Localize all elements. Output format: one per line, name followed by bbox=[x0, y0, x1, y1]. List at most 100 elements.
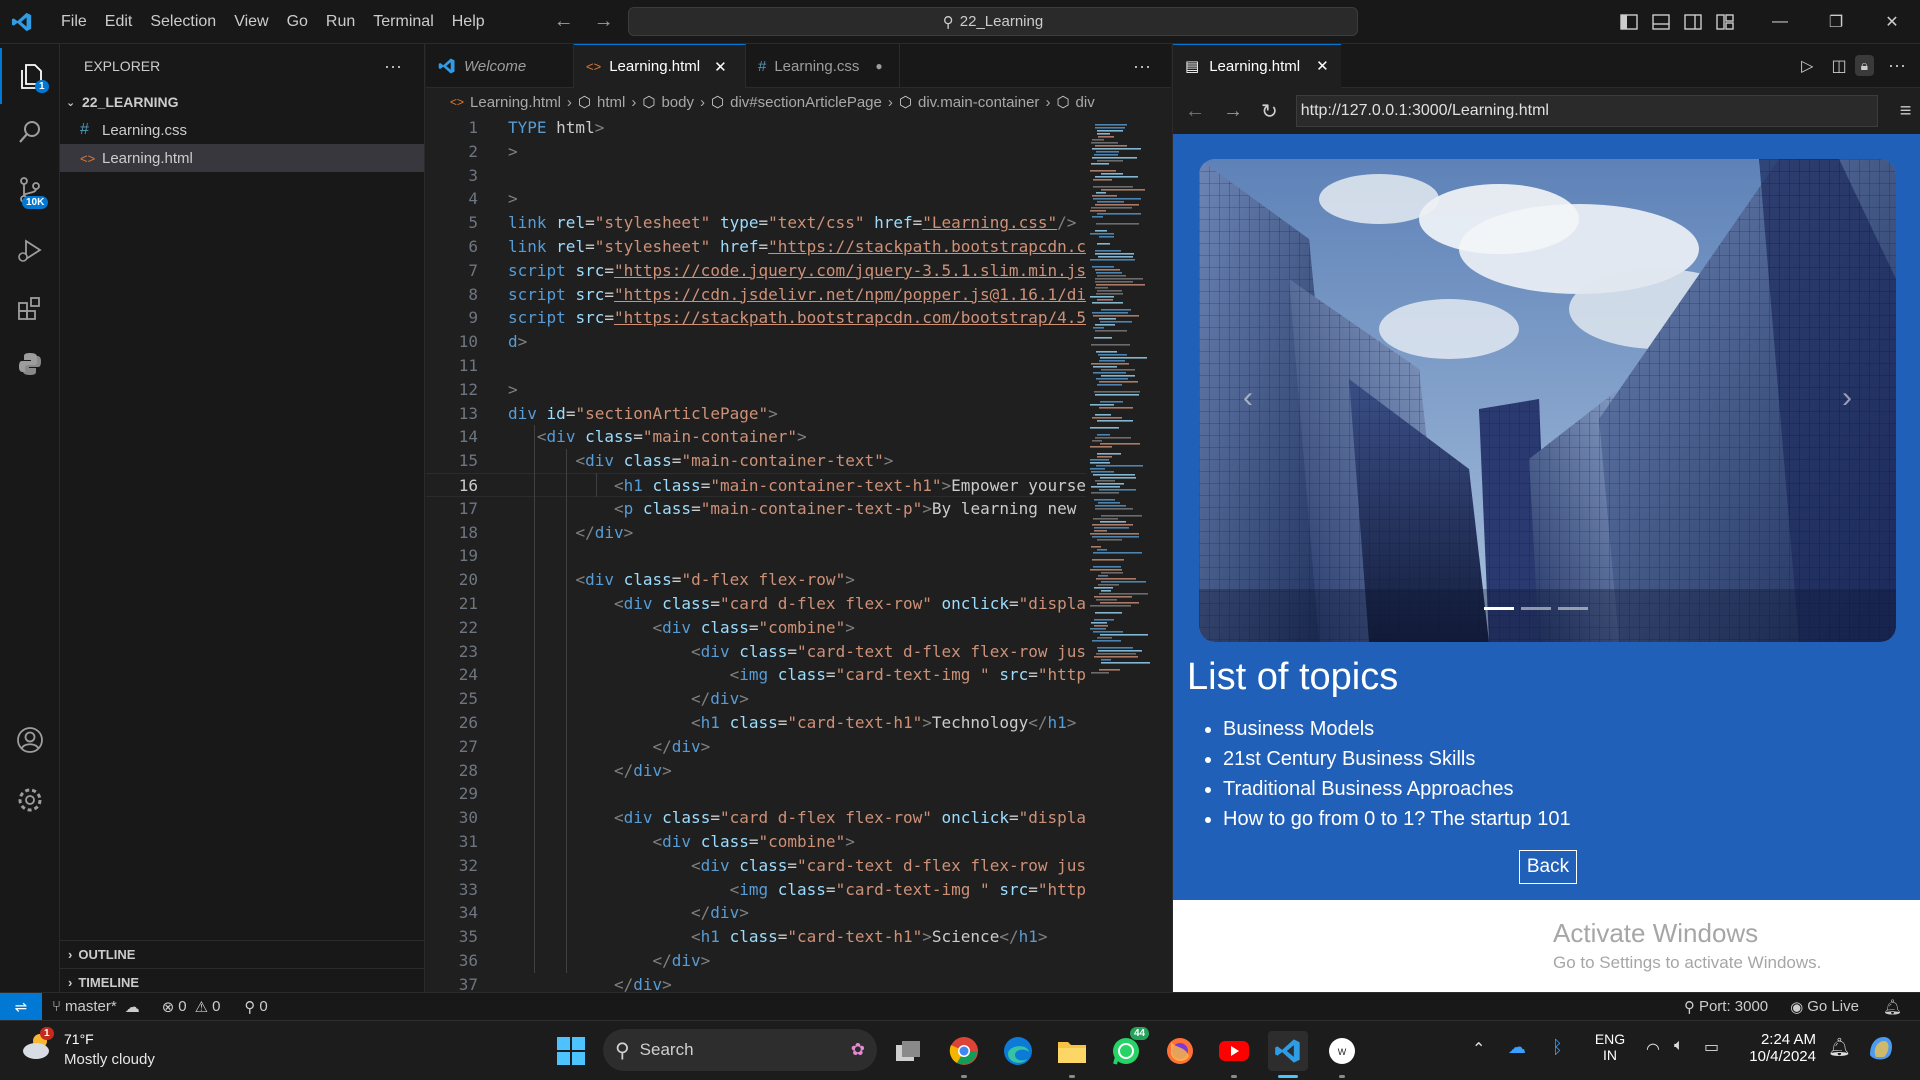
code-line[interactable]: 16 <h1 class="main-container-text-h1">Em… bbox=[426, 473, 1086, 497]
firefox-taskbar[interactable] bbox=[1160, 1031, 1200, 1071]
minimap[interactable] bbox=[1086, 116, 1171, 676]
carousel-indicator[interactable] bbox=[1521, 607, 1551, 610]
menu-help[interactable]: Help bbox=[443, 0, 494, 44]
code-line[interactable]: 8 script src="https://cdn.jsdelivr.net/np… bbox=[426, 283, 1086, 307]
tab-preview[interactable]: ▤ Learning.html ✕ bbox=[1173, 43, 1341, 88]
manage-activity[interactable] bbox=[0, 772, 60, 828]
bell-icon[interactable]: 🔔︎ bbox=[1883, 998, 1902, 1016]
carousel-next-icon[interactable]: › bbox=[1842, 381, 1852, 415]
back-button[interactable]: Back bbox=[1519, 850, 1577, 884]
code-line[interactable]: 19 bbox=[426, 544, 1086, 568]
code-editor[interactable]: 1 TYPE html> 2 >3 4 >5 link rel="stylesheet" t… bbox=[426, 116, 1086, 992]
code-line[interactable]: 28 </div> bbox=[426, 759, 1086, 783]
start-button[interactable] bbox=[551, 1031, 591, 1071]
code-line[interactable]: 11 bbox=[426, 354, 1086, 378]
code-line[interactable]: 26 <h1 class="card-text-h1">Technology</… bbox=[426, 711, 1086, 735]
toggle-panel-icon[interactable] bbox=[1652, 14, 1670, 30]
code-line[interactable]: 17 <p class="main-container-text-p">By l… bbox=[426, 497, 1086, 521]
code-line[interactable]: 20 <div class="d-flex flex-row"> bbox=[426, 568, 1086, 592]
lock-icon[interactable]: 🔒︎ bbox=[1854, 55, 1875, 76]
code-line[interactable]: 18 </div> bbox=[426, 521, 1086, 545]
clock[interactable]: 2:24 AM 10/4/2024 bbox=[1742, 1031, 1816, 1065]
extensions-activity[interactable] bbox=[0, 280, 60, 336]
code-line[interactable]: 36 </div> bbox=[426, 949, 1086, 973]
code-line[interactable]: 9 script src="https://stackpath.bootstrap… bbox=[426, 306, 1086, 330]
carousel-prev-icon[interactable]: ‹ bbox=[1243, 381, 1253, 415]
code-line[interactable]: 35 <h1 class="card-text-h1">Science</h1> bbox=[426, 925, 1086, 949]
customize-layout-icon[interactable] bbox=[1716, 14, 1734, 30]
weather-widget[interactable]: 1 bbox=[20, 1027, 56, 1068]
folder-row[interactable]: ⌄ 22_LEARNING bbox=[60, 88, 424, 116]
code-line[interactable]: 23 <div class="card-text d-flex flex-row… bbox=[426, 640, 1086, 664]
breadcrumb-item[interactable]: div bbox=[1076, 94, 1095, 111]
chrome-taskbar[interactable] bbox=[944, 1031, 984, 1078]
code-line[interactable]: 37 </div> bbox=[426, 973, 1086, 992]
code-line[interactable]: 4 > bbox=[426, 187, 1086, 211]
code-line[interactable]: 1 TYPE html> bbox=[426, 116, 1086, 140]
menu-selection[interactable]: Selection bbox=[141, 0, 225, 44]
file-item-html[interactable]: <> Learning.html bbox=[60, 144, 424, 172]
chevron-up-icon[interactable]: ⌃ bbox=[1472, 1039, 1485, 1059]
code-line[interactable]: 33 <img class="card-text-img " src="http bbox=[426, 878, 1086, 902]
taskbar-search[interactable]: ⚲ Search ✿ bbox=[603, 1029, 877, 1071]
menu-run[interactable]: Run bbox=[317, 0, 364, 44]
code-line[interactable]: 7 script src="https://code.jquery.com/jqu… bbox=[426, 259, 1086, 283]
code-line[interactable]: 21 <div class="card d-flex flex-row" onc… bbox=[426, 592, 1086, 616]
breadcrumb-item[interactable]: Learning.html bbox=[470, 94, 561, 111]
code-line[interactable]: 25 </div> bbox=[426, 687, 1086, 711]
tab-learning-css[interactable]: # Learning.css ● bbox=[746, 44, 900, 88]
notifications-icon[interactable]: 🔔︎ bbox=[1828, 1037, 1851, 1058]
sync-icon[interactable]: ☁︎ bbox=[125, 998, 140, 1016]
search-activity[interactable] bbox=[0, 104, 60, 160]
menu-go[interactable]: Go bbox=[278, 0, 317, 44]
toggle-secondary-sidebar-icon[interactable] bbox=[1684, 14, 1702, 30]
breadcrumb-item[interactable]: body bbox=[661, 94, 694, 111]
task-view-button[interactable] bbox=[888, 1031, 928, 1071]
code-line[interactable]: 13 div id="sectionArticlePage"> bbox=[426, 402, 1086, 426]
restore-window-icon[interactable]: ❐ bbox=[1808, 12, 1864, 32]
python-activity[interactable] bbox=[0, 336, 60, 392]
language-indicator[interactable]: ENG IN bbox=[1594, 1031, 1626, 1063]
menu-terminal[interactable]: Terminal bbox=[364, 0, 442, 44]
menu-view[interactable]: View bbox=[225, 0, 277, 44]
more-actions-icon[interactable]: ··· bbox=[1133, 44, 1171, 87]
image-carousel[interactable]: ‹ › bbox=[1199, 159, 1896, 642]
code-line[interactable]: 27 </div> bbox=[426, 735, 1086, 759]
edge-taskbar[interactable] bbox=[998, 1031, 1038, 1071]
carousel-indicator[interactable] bbox=[1558, 607, 1588, 610]
code-line[interactable]: 2 > bbox=[426, 140, 1086, 164]
forward-arrow-icon[interactable]: → bbox=[1223, 100, 1243, 123]
battery-icon[interactable]: ▭ bbox=[1704, 1037, 1719, 1057]
code-line[interactable]: 3 bbox=[426, 164, 1086, 188]
bluetooth-icon[interactable]: ᛒ bbox=[1552, 1037, 1563, 1058]
more-actions-icon[interactable]: ··· bbox=[1874, 55, 1920, 76]
copilot-icon[interactable] bbox=[1866, 1033, 1896, 1068]
forward-arrow-icon[interactable]: → bbox=[594, 10, 614, 33]
code-line[interactable]: 30 <div class="card d-flex flex-row" onc… bbox=[426, 806, 1086, 830]
command-center-search[interactable]: ⚲ 22_Learning bbox=[628, 7, 1358, 36]
remote-indicator-icon[interactable]: ⇌ bbox=[0, 992, 42, 1021]
code-line[interactable]: 31 <div class="combine"> bbox=[426, 830, 1086, 854]
error-count[interactable]: 0 bbox=[178, 998, 186, 1015]
branch-name[interactable]: master* bbox=[65, 998, 117, 1015]
vscode-taskbar[interactable] bbox=[1268, 1031, 1308, 1078]
explorer-activity[interactable]: 1 bbox=[0, 48, 60, 104]
menu-icon[interactable]: ≡ bbox=[1900, 100, 1912, 123]
toggle-sidebar-icon[interactable] bbox=[1620, 14, 1638, 30]
file-item-css[interactable]: # Learning.css bbox=[60, 116, 424, 144]
golive-label[interactable]: Go Live bbox=[1807, 998, 1859, 1015]
breadcrumb-item[interactable]: div#sectionArticlePage bbox=[730, 94, 882, 111]
breadcrumb-item[interactable]: div.main-container bbox=[918, 94, 1039, 111]
close-tab-icon[interactable]: ✕ bbox=[714, 58, 727, 76]
port-label[interactable]: Port: 3000 bbox=[1699, 998, 1768, 1015]
breadcrumb-item[interactable]: html bbox=[597, 94, 625, 111]
close-tab-icon[interactable]: ✕ bbox=[1316, 57, 1329, 75]
back-arrow-icon[interactable]: ← bbox=[1185, 100, 1205, 123]
whatsapp-taskbar[interactable]: 44 bbox=[1106, 1027, 1150, 1071]
wifi-icon[interactable]: ◠ bbox=[1646, 1039, 1660, 1059]
accounts-activity[interactable] bbox=[0, 712, 60, 768]
code-line[interactable]: 15 <div class="main-container-text"> bbox=[426, 449, 1086, 473]
more-actions-icon[interactable]: ··· bbox=[384, 56, 402, 77]
tab-learning-html[interactable]: <> Learning.html ✕ bbox=[574, 44, 746, 88]
code-line[interactable]: 32 <div class="card-text d-flex flex-row… bbox=[426, 854, 1086, 878]
